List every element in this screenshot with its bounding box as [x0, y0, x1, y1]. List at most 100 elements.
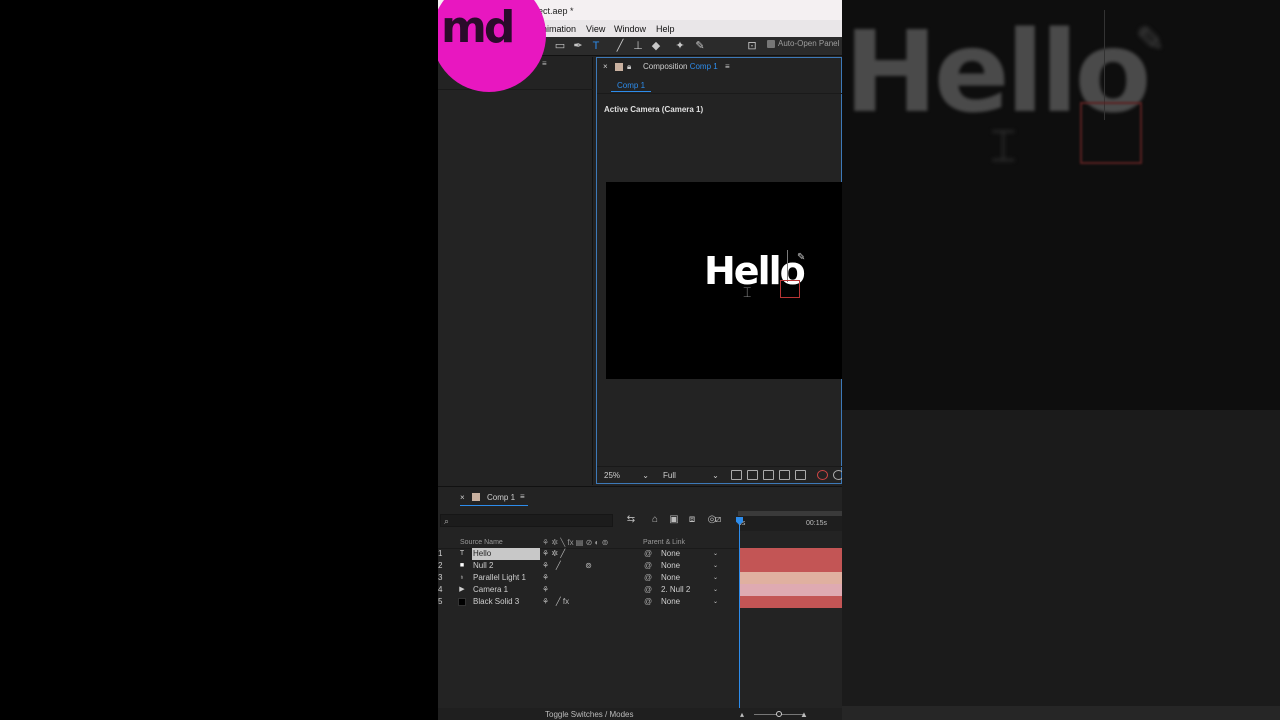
layer-name[interactable]: Black Solid 3 [472, 596, 519, 608]
layer-duration-bar[interactable] [740, 584, 842, 596]
layer-row[interactable]: 4 ▶ Camera 1 ⚘ @ 2. Null 2 ⌄ [438, 584, 842, 596]
camera-layer-icon: ▶ [459, 586, 465, 593]
layer-name[interactable]: Camera 1 [472, 584, 508, 596]
auto-open-panel-checkbox[interactable]: Auto-Open Panel [767, 39, 839, 48]
clone-stamp-icon[interactable]: ⊥ [632, 40, 644, 52]
layer-duration-bar[interactable] [740, 572, 842, 584]
pen-tool-icon[interactable]: ✒ [572, 40, 584, 52]
blurred-cursor-icon: ⌶ [990, 122, 1017, 171]
menu-help[interactable]: Help [656, 24, 675, 34]
lock-icon[interactable]: 🔒︎ [627, 58, 631, 76]
parent-value: None [661, 597, 681, 606]
tab-comp-1[interactable]: Comp 1 [611, 79, 652, 92]
timeline-tab-row: × Comp 1 ≡ [438, 487, 842, 507]
snapshot-icon[interactable] [795, 470, 806, 480]
composition-title: Composition Comp 1 [643, 58, 718, 76]
exposure-icon[interactable] [833, 470, 842, 480]
layer-switches[interactable]: ⚘ ╱ ⊚ [542, 560, 592, 572]
region-of-interest-icon[interactable] [779, 470, 790, 480]
blurred-background-copy: Hello ⌶ ✎ [842, 0, 1280, 720]
column-source-name[interactable]: Source Name [460, 539, 503, 546]
frame-blending-icon[interactable]: ⧈ [686, 515, 698, 525]
after-effects-window: md ect.aep * Animation View Window Help … [438, 0, 842, 720]
rectangle-tool-icon[interactable]: ▭ [554, 40, 566, 52]
shy-layers-icon[interactable]: ▣ [668, 515, 680, 525]
layer-name[interactable]: Null 2 [472, 560, 493, 572]
layer-switches[interactable]: ⚘ ╱ fx [542, 596, 569, 608]
composition-viewer[interactable]: Hello ✎ ⌶ [606, 182, 842, 379]
panel-menu-icon[interactable]: ≡ [542, 59, 547, 68]
zoom-in-icon[interactable]: ▲ [800, 708, 808, 720]
pick-whip-icon[interactable]: @ [644, 572, 652, 584]
menu-view[interactable]: View [586, 24, 605, 34]
parent-select[interactable]: None ⌄ [658, 549, 720, 559]
transparency-grid-icon[interactable] [747, 470, 758, 480]
layer-duration-bar[interactable] [740, 596, 842, 608]
pick-whip-icon[interactable]: @ [644, 560, 652, 572]
eraser-tool-icon[interactable]: ◆ [650, 40, 662, 52]
parent-value: None [661, 549, 681, 558]
time-ruler[interactable]: 0s 00:15s [738, 511, 842, 531]
column-parent-link[interactable]: Parent & Link [643, 539, 685, 546]
pick-whip-icon[interactable]: @ [644, 596, 652, 608]
parent-select[interactable]: None ⌄ [658, 597, 720, 607]
resolution-value: Full [663, 471, 676, 480]
light-layer-icon: ♁ [459, 574, 465, 581]
brush-tool-icon[interactable]: ╱ [614, 40, 626, 52]
layer-switches[interactable]: ⚘ [542, 584, 549, 596]
graph-editor-icon[interactable]: ⧄ [712, 515, 724, 525]
layer-search-input[interactable]: ⌕ [440, 514, 613, 527]
puppet-pin-icon[interactable]: ✎ [694, 40, 706, 52]
fast-preview-icon[interactable] [731, 470, 742, 480]
chevron-down-icon: ⌄ [642, 471, 649, 480]
null-object-box[interactable] [780, 280, 800, 298]
layer-row[interactable]: 5 Black Solid 3 ⚘ ╱ fx @ None ⌄ [438, 596, 842, 608]
timeline-footer: Toggle Switches / Modes ▴ ▲ [438, 708, 842, 720]
comp-mini-flowchart-icon[interactable]: ⇆ [625, 515, 637, 525]
layer-number: 3 [438, 573, 443, 582]
light-icon[interactable]: ✎ [797, 252, 805, 263]
work-area-bar[interactable] [738, 511, 842, 516]
panel-menu-icon[interactable]: ≡ [725, 58, 730, 76]
playhead-line[interactable] [739, 525, 740, 715]
search-icon: ⌕ [444, 516, 450, 526]
zoom-select[interactable]: 25% ⌄ [604, 471, 649, 480]
composition-name[interactable]: Comp 1 [690, 62, 718, 71]
type-tool-icon[interactable]: T [590, 40, 602, 52]
close-icon[interactable]: × [603, 58, 608, 76]
parent-value: 2. Null 2 [661, 585, 691, 594]
layer-row[interactable]: 3 ♁ Parallel Light 1 ⚘ @ None ⌄ [438, 572, 842, 584]
layer-switches[interactable]: ⚘ [542, 572, 549, 584]
layer-row[interactable]: 2 ■ Null 2 ⚘ ╱ ⊚ @ None ⌄ [438, 560, 842, 572]
draft-3d-icon[interactable]: ⌂ [649, 515, 661, 525]
layer-duration-bar[interactable] [740, 548, 842, 560]
layer-row[interactable]: 1 T Hello ⚘ ✲ ╱ @ None ⌄ [438, 548, 842, 560]
chevron-down-icon: ⌄ [712, 599, 718, 605]
resolution-select[interactable]: Full ⌄ [663, 471, 719, 480]
roto-brush-icon[interactable]: ✦ [674, 40, 686, 52]
workspace-icon[interactable]: ⊡ [746, 40, 758, 52]
timeline-zoom-knob[interactable] [776, 711, 782, 717]
text-cursor-icon: ⌶ [743, 284, 752, 300]
active-tab-indicator [460, 505, 528, 506]
timeline-tab-comp-1[interactable]: Comp 1 [487, 493, 515, 502]
panel-menu-icon[interactable]: ≡ [520, 492, 525, 501]
toggle-switches-modes-button[interactable]: Toggle Switches / Modes [545, 708, 634, 720]
layer-duration-bar[interactable] [740, 560, 842, 572]
pick-whip-icon[interactable]: @ [644, 548, 652, 560]
layer-name[interactable]: Parallel Light 1 [472, 572, 526, 584]
layer-switches[interactable]: ⚘ ✲ ╱ [542, 548, 565, 560]
pick-whip-icon[interactable]: @ [644, 584, 652, 596]
parent-select[interactable]: 2. Null 2 ⌄ [658, 585, 720, 595]
close-icon[interactable]: × [460, 493, 465, 502]
color-channels-icon[interactable] [817, 470, 828, 480]
mask-visibility-icon[interactable] [763, 470, 774, 480]
parent-select[interactable]: None ⌄ [658, 561, 720, 571]
zoom-out-icon[interactable]: ▴ [740, 708, 744, 720]
timeline-panel: × Comp 1 ≡ ⌕ ⇆ ⌂ ▣ ⧈ ◎ ⧄ 0s 00:15s Sourc… [438, 486, 842, 720]
composition-panel-header: × 🔒︎ Composition Comp 1 ≡ [597, 58, 842, 76]
layer-name[interactable]: Hello [472, 548, 540, 560]
parent-select[interactable]: None ⌄ [658, 573, 720, 583]
menu-window[interactable]: Window [614, 24, 646, 34]
timeline-color-swatch [472, 493, 480, 501]
